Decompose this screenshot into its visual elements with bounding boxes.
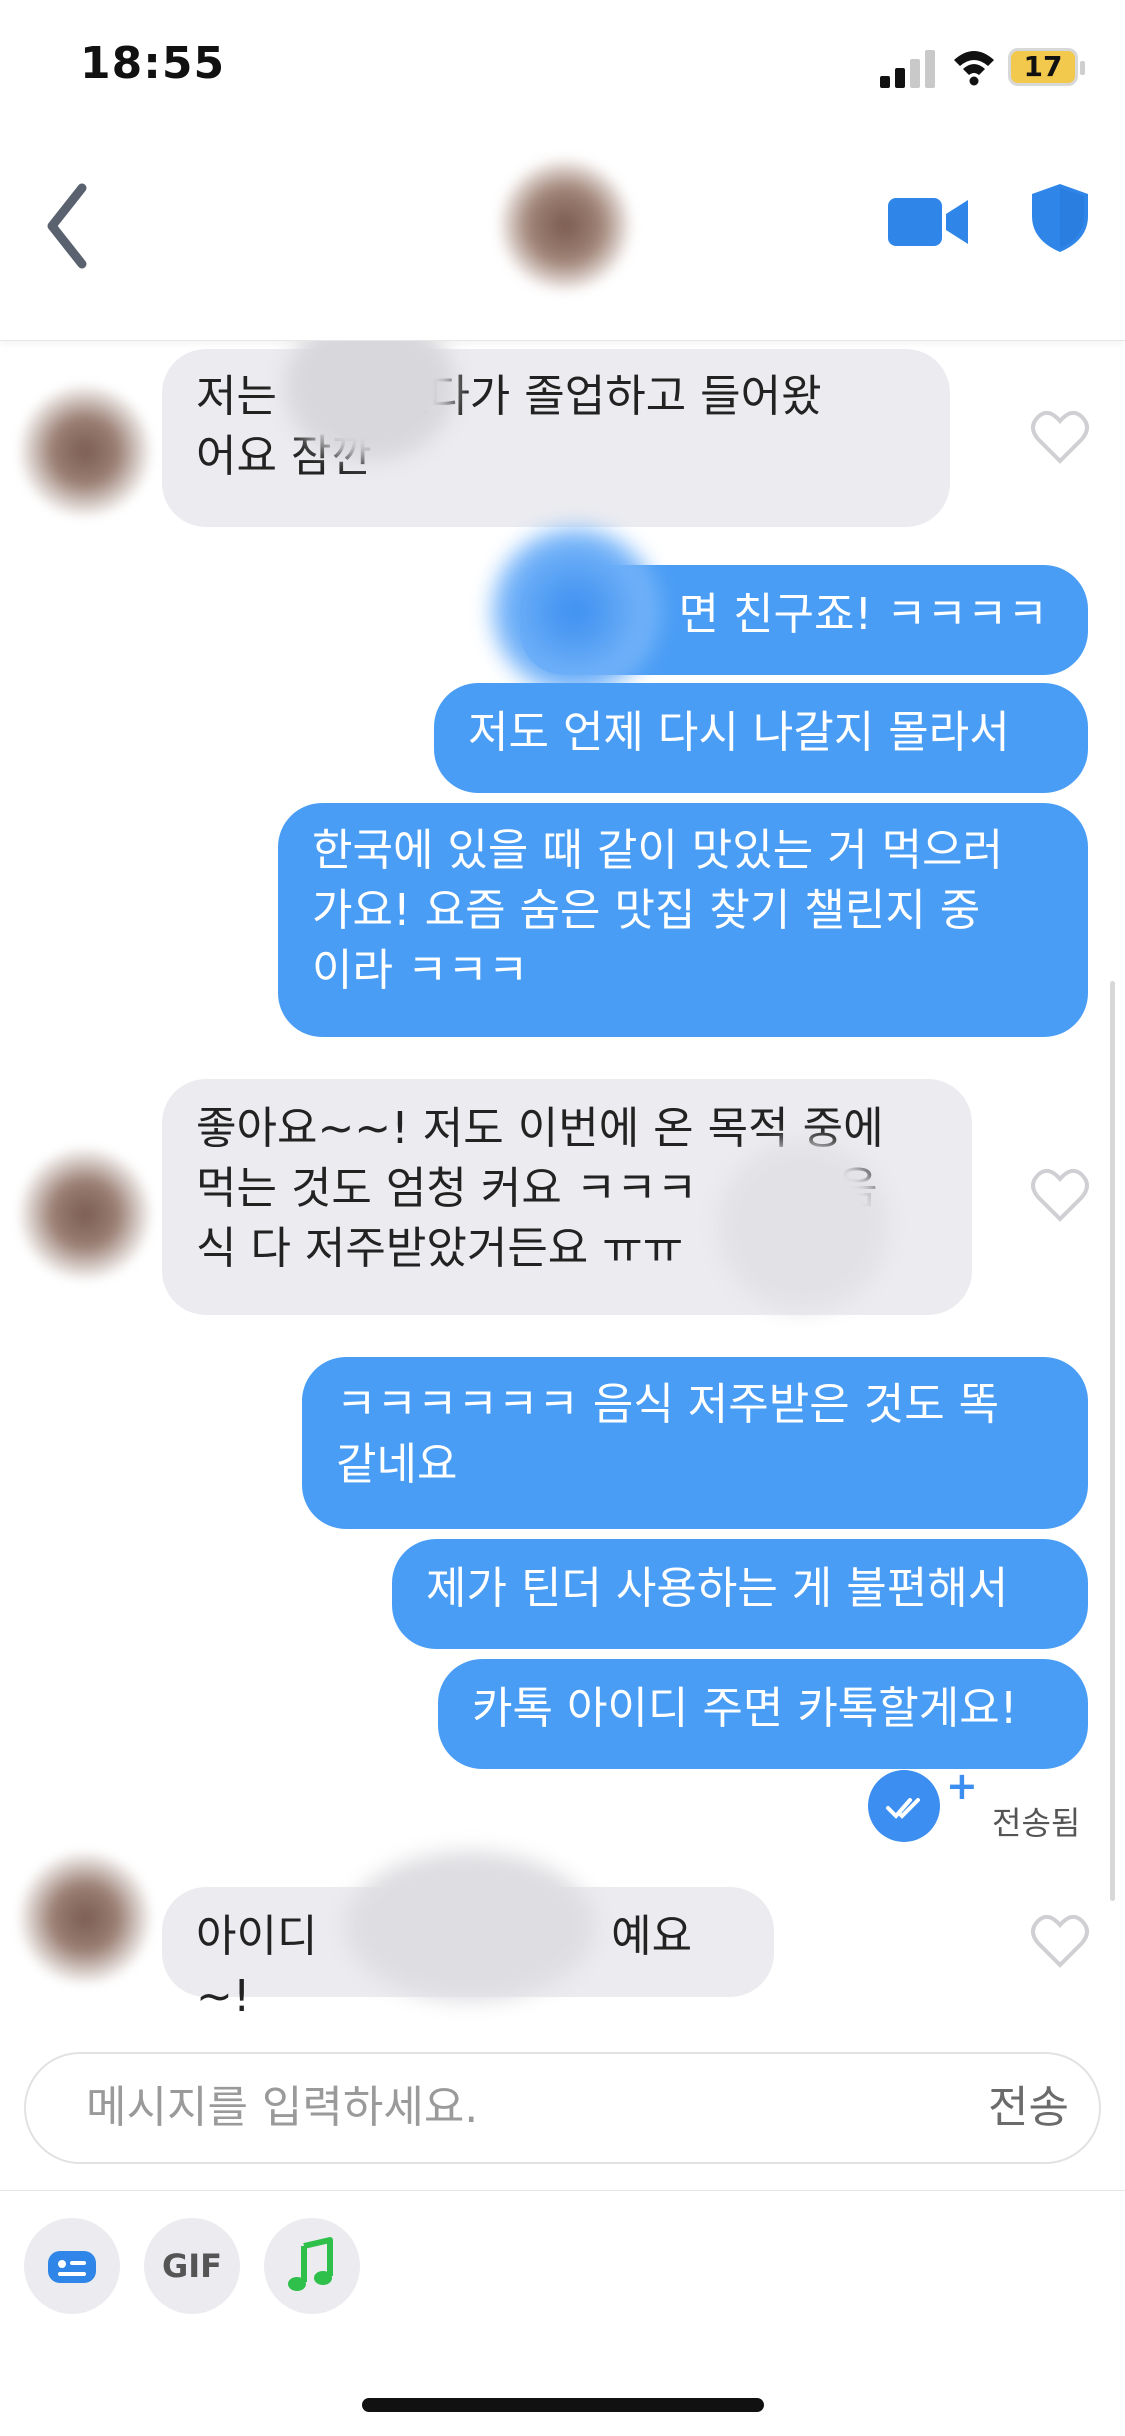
chat-header bbox=[0, 140, 1125, 341]
message-input[interactable]: 메시지를 입력하세요. bbox=[86, 2054, 886, 2162]
sent-status: 전송됨 bbox=[992, 1804, 1081, 1842]
heart-icon[interactable] bbox=[1030, 409, 1090, 465]
back-chevron-icon[interactable] bbox=[38, 176, 98, 276]
send-button[interactable]: 전송 bbox=[988, 2054, 1069, 2162]
status-time: 18:55 bbox=[80, 38, 226, 89]
outgoing-message: 제가 틴더 사용하는 게 불편해서 bbox=[392, 1539, 1088, 1649]
signal-icon bbox=[880, 50, 935, 88]
incoming-message: 저는 있다가 졸업하고 들어왔 어요 잠깐 bbox=[162, 349, 950, 527]
message-composer[interactable]: 메시지를 입력하세요. 전송 bbox=[24, 2052, 1101, 2164]
battery-indicator: 17 bbox=[1008, 48, 1085, 86]
music-note-icon bbox=[288, 2237, 333, 2291]
outgoing-message: 저도 언제 다시 나갈지 몰라서 bbox=[434, 683, 1088, 793]
home-indicator[interactable] bbox=[362, 2398, 764, 2412]
gif-button[interactable]: GIF bbox=[144, 2218, 240, 2314]
shield-icon[interactable] bbox=[1030, 182, 1090, 254]
double-check-icon bbox=[868, 1770, 940, 1842]
scrollbar[interactable] bbox=[1110, 981, 1115, 1901]
outgoing-message: 카톡 아이디 주면 카톡할게요! bbox=[438, 1659, 1088, 1769]
heart-icon[interactable] bbox=[1030, 1167, 1090, 1223]
match-avatar[interactable] bbox=[500, 160, 630, 290]
wifi-icon bbox=[954, 51, 994, 86]
sticker-button[interactable] bbox=[24, 2218, 120, 2314]
gif-label: GIF bbox=[161, 2247, 223, 2285]
plus-icon: + bbox=[946, 1764, 978, 1808]
status-bar: 18:55 17 bbox=[0, 0, 1125, 140]
sender-avatar[interactable] bbox=[20, 1853, 150, 1983]
redacted-blur bbox=[345, 1851, 595, 2001]
music-button[interactable] bbox=[264, 2218, 360, 2314]
outgoing-message: ㅋㅋㅋㅋㅋㅋ 음식 저주받은 것도 똑 같네요 bbox=[302, 1357, 1088, 1529]
video-call-icon[interactable] bbox=[888, 192, 968, 252]
redacted-blur bbox=[490, 526, 660, 696]
divider bbox=[0, 2190, 1125, 2191]
sender-avatar[interactable] bbox=[20, 1149, 150, 1279]
redacted-blur bbox=[718, 1141, 888, 1311]
sender-avatar[interactable] bbox=[20, 386, 150, 516]
outgoing-message: 한국에 있을 때 같이 맛있는 거 먹으러 가요! 요즘 숨은 맛집 찾기 챌린… bbox=[278, 803, 1088, 1037]
battery-level: 17 bbox=[1023, 50, 1063, 83]
sticker-icon bbox=[48, 2251, 96, 2283]
heart-icon[interactable] bbox=[1030, 1913, 1090, 1969]
